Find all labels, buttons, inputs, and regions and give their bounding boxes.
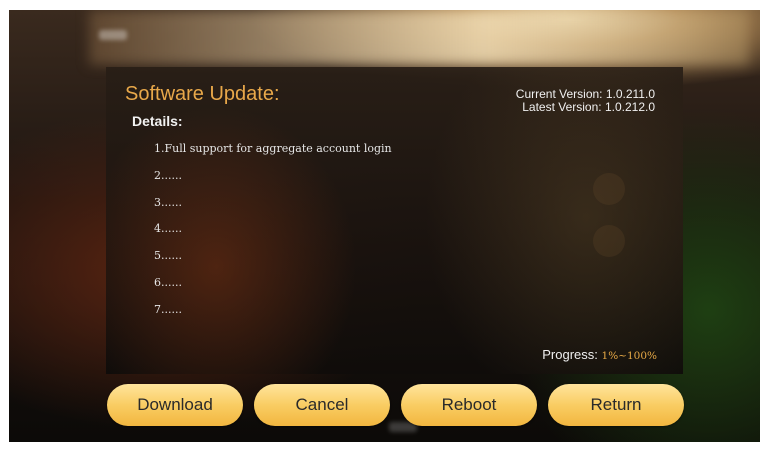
- details-list: 1.Full support for aggregate account log…: [154, 141, 392, 329]
- background-circle: [593, 225, 625, 257]
- return-button[interactable]: Return: [548, 384, 684, 426]
- progress-label: Progress:: [542, 347, 598, 362]
- details-label: Details:: [132, 113, 183, 129]
- details-item: 5......: [154, 249, 182, 263]
- background-circle: [593, 173, 625, 205]
- background-glow: [89, 10, 749, 65]
- progress-status: Progress: 1%~100%: [542, 347, 657, 362]
- device-screen: Software Update: Details: Current Versio…: [9, 10, 760, 442]
- details-item: 7......: [154, 302, 182, 316]
- download-button[interactable]: Download: [107, 384, 243, 426]
- background-icon: [99, 30, 127, 40]
- reboot-button[interactable]: Reboot: [401, 384, 537, 426]
- details-item: 3......: [154, 195, 182, 209]
- progress-value: 1%~100%: [601, 350, 657, 362]
- details-item: 1.Full support for aggregate account log…: [154, 142, 392, 155]
- cancel-button[interactable]: Cancel: [254, 384, 390, 426]
- update-dialog: Software Update: Details: Current Versio…: [106, 67, 683, 374]
- details-item: 6......: [154, 275, 182, 289]
- latest-version: Latest Version: 1.0.212.0: [522, 100, 655, 114]
- details-item: 2......: [154, 168, 182, 182]
- version-info: Current Version: 1.0.211.0 Latest Versio…: [516, 88, 655, 114]
- dialog-title: Software Update:: [125, 83, 280, 105]
- details-item: 4......: [154, 222, 182, 236]
